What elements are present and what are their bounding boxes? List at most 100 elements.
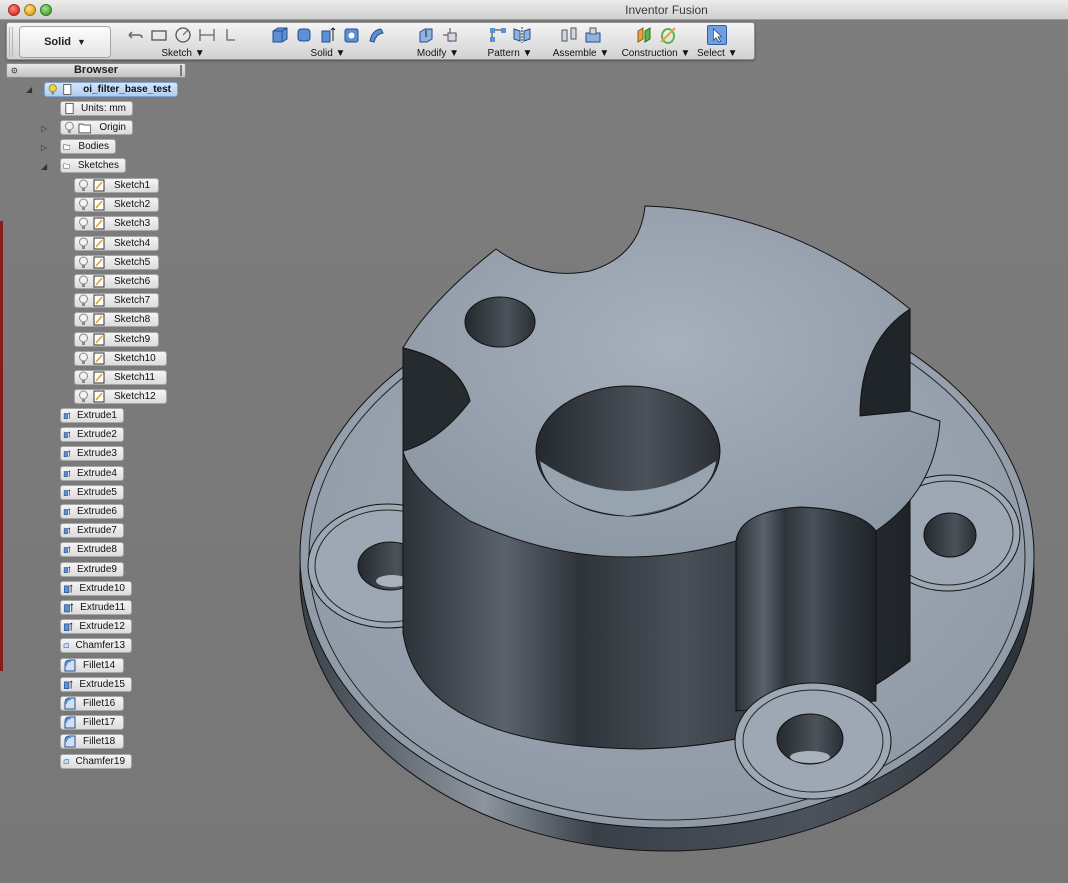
tree-feature-item[interactable]: Extrude2 bbox=[60, 427, 124, 443]
mirror-icon[interactable] bbox=[512, 25, 532, 45]
pin-icon[interactable]: ⊙ bbox=[11, 64, 18, 77]
tree-sketch-item[interactable]: Sketch1 bbox=[74, 178, 159, 193]
lightbulb-off-icon[interactable] bbox=[77, 198, 90, 211]
tree-folder-bodies[interactable]: Bodies bbox=[60, 139, 116, 154]
browser-header[interactable]: ⊙ Browser bbox=[6, 63, 186, 78]
lightbulb-off-icon[interactable] bbox=[77, 179, 90, 192]
cylinder-icon[interactable] bbox=[294, 25, 314, 45]
sketch-icon bbox=[93, 294, 105, 307]
feature-label: Fillet16 bbox=[83, 698, 116, 709]
title-bar: Inventor Fusion bbox=[0, 0, 1068, 20]
collapse-triangle-icon[interactable]: ◢ bbox=[41, 163, 49, 171]
sketch-icon bbox=[93, 371, 105, 384]
assemble-group[interactable]: Assemble ▼ bbox=[547, 25, 615, 59]
tree-units[interactable]: Units: mm bbox=[60, 101, 133, 116]
lightbulb-off-icon[interactable] bbox=[77, 352, 90, 365]
tree-feature-item[interactable]: Chamfer19 bbox=[60, 753, 132, 769]
lightbulb-off-icon[interactable] bbox=[77, 371, 90, 384]
tree-feature-item[interactable]: Extrude10 bbox=[60, 580, 132, 596]
tree-folder-sketches[interactable]: Sketches bbox=[60, 158, 126, 173]
modify-group-label: Modify bbox=[416, 48, 447, 59]
tree-feature-item[interactable]: Fillet17 bbox=[60, 715, 124, 731]
feature-label: Chamfer19 bbox=[75, 755, 125, 767]
revolve-icon[interactable] bbox=[342, 25, 362, 45]
insert-component-icon[interactable] bbox=[583, 25, 603, 45]
extrude-icon bbox=[63, 431, 71, 439]
ribbon-grip[interactable] bbox=[9, 27, 15, 57]
tree-feature-item[interactable]: Extrude4 bbox=[60, 465, 124, 481]
lightbulb-off-icon[interactable] bbox=[77, 390, 90, 403]
tree-feature-item[interactable]: Extrude6 bbox=[60, 504, 124, 519]
lightbulb-off-icon[interactable] bbox=[77, 313, 90, 326]
lightbulb-icon[interactable] bbox=[47, 83, 59, 96]
press-pull-icon[interactable] bbox=[416, 25, 436, 45]
lightbulb-off-icon[interactable] bbox=[77, 333, 90, 346]
tree-sketch-item[interactable]: Sketch10 bbox=[74, 350, 167, 366]
tree-sketch-item[interactable]: Sketch12 bbox=[74, 389, 167, 405]
tree-sketch-item[interactable]: Sketch7 bbox=[74, 293, 159, 309]
tree-feature-item[interactable]: Extrude3 bbox=[60, 446, 124, 462]
tree-feature-item[interactable]: Chamfer13 bbox=[60, 638, 132, 654]
mode-selector-button[interactable]: Solid ▼ bbox=[19, 26, 111, 58]
tree-feature-item[interactable]: Extrude5 bbox=[60, 484, 124, 500]
move-icon[interactable] bbox=[440, 25, 460, 45]
sketch-icon bbox=[93, 179, 105, 192]
sweep-icon[interactable] bbox=[366, 25, 386, 45]
select-arrow-icon[interactable] bbox=[707, 25, 727, 45]
tree-sketch-item[interactable]: Sketch6 bbox=[74, 274, 159, 289]
tree-feature-item[interactable]: Extrude9 bbox=[60, 561, 124, 577]
tree-feature-item[interactable]: Extrude7 bbox=[60, 523, 124, 539]
tree-feature-item[interactable]: Extrude8 bbox=[60, 542, 124, 558]
undo-icon[interactable] bbox=[125, 25, 145, 45]
select-group[interactable]: Select ▼ bbox=[697, 25, 737, 59]
pattern-group[interactable]: Pattern ▼ bbox=[479, 25, 541, 59]
solid-group[interactable]: Solid ▼ bbox=[261, 25, 395, 59]
lightbulb-off-icon[interactable] bbox=[77, 256, 90, 269]
sketch-group[interactable]: Sketch ▼ bbox=[115, 25, 251, 59]
tree-sketch-item[interactable]: Sketch5 bbox=[74, 254, 159, 270]
tree-sketch-item[interactable]: Sketch4 bbox=[74, 235, 159, 251]
collapse-triangle-icon[interactable]: ◢ bbox=[26, 86, 34, 94]
work-axis-icon[interactable] bbox=[658, 25, 678, 45]
tree-folder-origin[interactable]: Origin bbox=[60, 120, 133, 135]
tree-feature-item[interactable]: Fillet16 bbox=[60, 696, 124, 711]
feature-label: Extrude12 bbox=[79, 621, 125, 633]
circle-icon[interactable] bbox=[173, 25, 193, 45]
rectangular-pattern-icon[interactable] bbox=[488, 25, 508, 45]
tree-sketch-item[interactable]: Sketch8 bbox=[74, 312, 159, 328]
constraint-icon[interactable] bbox=[221, 25, 241, 45]
tree-sketch-item[interactable]: Sketch11 bbox=[74, 370, 167, 385]
box-icon[interactable] bbox=[270, 25, 290, 45]
construction-group[interactable]: Construction ▼ bbox=[617, 25, 695, 59]
tree-sketch-item[interactable]: Sketch3 bbox=[74, 216, 159, 232]
tree-feature-item[interactable]: Extrude15 bbox=[60, 676, 132, 692]
tree-feature-item[interactable]: Extrude11 bbox=[60, 600, 132, 615]
extrude-icon bbox=[64, 622, 73, 632]
expand-triangle-icon[interactable]: ▷ bbox=[41, 144, 49, 152]
tree-root-component[interactable]: oi_filter_base_test bbox=[44, 82, 178, 97]
lightbulb-off-icon[interactable] bbox=[63, 121, 76, 134]
3d-viewport[interactable] bbox=[0, 21, 1068, 883]
extrude-icon bbox=[64, 603, 74, 613]
modify-group[interactable]: Modify ▼ bbox=[407, 25, 469, 59]
tree-feature-item[interactable]: Fillet18 bbox=[60, 734, 124, 750]
expand-triangle-icon[interactable]: ▷ bbox=[41, 125, 49, 133]
tree-feature-item[interactable]: Extrude1 bbox=[60, 408, 124, 423]
dimension-icon[interactable] bbox=[197, 25, 217, 45]
browser-resize-handle[interactable] bbox=[180, 65, 182, 76]
lightbulb-off-icon[interactable] bbox=[77, 275, 90, 288]
model-view[interactable] bbox=[0, 21, 1068, 883]
work-plane-icon[interactable] bbox=[634, 25, 654, 45]
tree-feature-item[interactable]: Extrude12 bbox=[60, 619, 132, 635]
tree-sketch-item[interactable]: Sketch2 bbox=[74, 197, 159, 213]
rectangle-icon[interactable] bbox=[149, 25, 169, 45]
mate-icon[interactable] bbox=[559, 25, 579, 45]
tree-sketch-item[interactable]: Sketch9 bbox=[74, 331, 159, 347]
extrude-icon[interactable] bbox=[318, 25, 338, 45]
lightbulb-off-icon[interactable] bbox=[77, 217, 90, 230]
feature-label: Extrude7 bbox=[76, 525, 117, 537]
lightbulb-off-icon[interactable] bbox=[77, 237, 90, 250]
tree-feature-item[interactable]: Fillet14 bbox=[60, 657, 124, 673]
lightbulb-off-icon[interactable] bbox=[77, 294, 90, 307]
extrude-icon bbox=[63, 546, 71, 554]
